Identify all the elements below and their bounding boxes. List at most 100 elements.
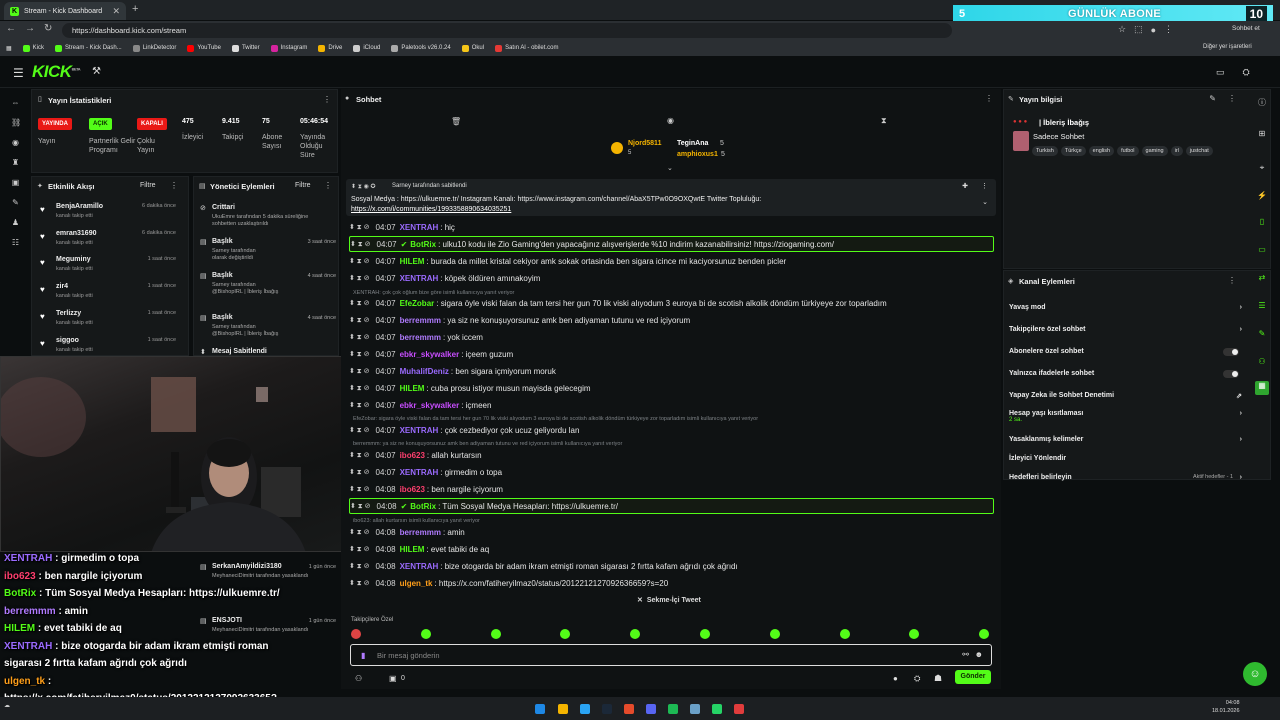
hamburger-menu-icon[interactable]: ☰ [13, 66, 24, 80]
bookmark-drive[interactable]: Drive [318, 44, 342, 52]
channel-action-row[interactable]: Hedefleri belirleyin Aktif hedefler - 1 › [1009, 474, 1245, 488]
event-username[interactable]: zir4 [56, 283, 68, 290]
message-username[interactable]: EfeZobar [400, 299, 435, 308]
close-tab-icon[interactable]: ✕ [112, 6, 120, 17]
chevron-right-icon[interactable]: › [1240, 326, 1242, 333]
other-bookmarks[interactable]: Diğer yer işaretleri [1203, 44, 1252, 50]
activity-menu-icon[interactable]: ⋮ [170, 181, 178, 190]
message-actions-icon[interactable]: ⬍ ⧗ ⊘ [349, 562, 370, 571]
message-actions-icon[interactable]: ⬍ ⧗ ⊘ [349, 579, 370, 588]
weather-widget[interactable]: ☁ [4, 702, 10, 709]
tag-5[interactable]: irl [1170, 146, 1183, 156]
chat-message[interactable]: ⬍ ⧗ ⊘ 04:07 XENTRAH: hiç [349, 219, 994, 235]
profile-avatar-icon[interactable]: ● [1151, 25, 1156, 35]
message-icon[interactable]: ▭ [1257, 245, 1267, 255]
chat-message[interactable]: ⬍ ⧗ ⊘ 04:08 HILEM: evet tabiki de aq [349, 541, 994, 557]
message-actions-icon[interactable]: ⬍ ⧗ ⊘ [349, 545, 370, 554]
tools-icon[interactable]: ✎ [11, 198, 20, 207]
event-row[interactable]: ♥ siggoo kanalı takip etti 1 saat önce [40, 336, 184, 358]
message-actions-icon[interactable]: ⬍ ⧗ ⊘ [350, 240, 371, 249]
message-actions-icon[interactable]: ⬍ ⧗ ⊘ [349, 384, 370, 393]
message-username[interactable]: HILEM [400, 545, 425, 554]
start-icon[interactable] [535, 704, 545, 714]
new-tab-icon[interactable]: + [132, 3, 138, 15]
pin-menu-icon[interactable]: ⋮ [981, 182, 988, 190]
pinned-text-line2[interactable]: https://x.com/i/communities/199335889063… [351, 206, 511, 213]
info-menu-icon[interactable]: ⋮ [1228, 94, 1236, 103]
users-icon[interactable]: ♟ [11, 218, 20, 227]
tag-3[interactable]: futbol [1117, 146, 1139, 156]
message-actions-icon[interactable]: ⬍ ⧗ ⊘ [349, 333, 370, 342]
chat-message[interactable]: ⬍ ⧗ ⊘ 04:08 ibo623: ben nargile içiyorum [349, 481, 994, 497]
tweet-tab[interactable]: ✕ Sekme-İçi Tweet [637, 596, 701, 605]
monitor-icon[interactable]: ▣ [11, 178, 20, 187]
top-user-1[interactable]: Njord5811 [628, 140, 661, 147]
chevron-right-icon[interactable]: › [1240, 474, 1242, 481]
settings-icon[interactable]: ⛭ [1243, 67, 1250, 78]
message-actions-icon[interactable]: ⬍ ⧗ ⊘ [349, 367, 370, 376]
scroll-down-icon[interactable]: ⌄ [667, 164, 673, 172]
edit-info-icon[interactable]: ✎ [1209, 94, 1216, 103]
message-username[interactable]: MuhalifDeniz [400, 367, 449, 376]
message-username[interactable]: ulgen_tk [400, 579, 433, 588]
url-field[interactable]: https://dashboard.kick.com/stream [62, 23, 952, 38]
event-row[interactable]: ♥ Meguminy kanalı takip etti 1 saat önce [40, 255, 184, 277]
browser-tab[interactable]: K Stream - Kick Dashboard ✕ [4, 2, 126, 20]
chat-message[interactable]: ⬍ ⧗ ⊘ 04:08 XENTRAH: bize otogarda bir ada… [349, 558, 994, 574]
chevron-right-icon[interactable]: › [1240, 436, 1242, 443]
chat-input[interactable]: ▮ Bir mesaj gönderin ⚯ ☻ [350, 644, 992, 666]
tag-6[interactable]: justchat [1185, 146, 1213, 156]
message-username[interactable]: HILEM [400, 257, 425, 266]
menu-icon[interactable]: ⋮ [1164, 24, 1173, 35]
reload-icon[interactable]: ↻ [44, 23, 52, 34]
creator-tools-icon[interactable]: ⚒ [92, 66, 101, 77]
chat-message[interactable]: ⬍ ⧗ ⊘ 04:07 berremmm: ya siz ne konuşuyors… [349, 312, 994, 328]
clock[interactable]: 04:08 18.01.2026 [1212, 699, 1240, 715]
tag-4[interactable]: gaming [1141, 146, 1168, 156]
message-actions-icon[interactable]: ⬍ ⧗ ⊘ [349, 528, 370, 537]
chat-menu-icon[interactable]: ⋮ [985, 94, 993, 103]
steam-icon[interactable] [602, 704, 612, 714]
event-row[interactable]: ♥ Terlizzy kanalı takip etti 1 saat önce [40, 309, 184, 331]
spotify-icon[interactable] [668, 704, 678, 714]
bot-icon[interactable]: ☗ [934, 673, 942, 684]
message-username[interactable]: ibo623 [400, 451, 425, 460]
collapse-icon[interactable]: ⇔ [11, 98, 20, 107]
link-icon[interactable]: ⛓ [11, 118, 21, 127]
points-icon[interactable]: ⚇ [355, 674, 362, 683]
event-username[interactable]: siggoo [56, 337, 79, 344]
message-actions-icon[interactable]: ⬍ ⧗ ⊘ [349, 451, 370, 460]
message-actions-icon[interactable]: ⬍ ⧗ ⊘ [349, 401, 370, 410]
message-username[interactable]: BotRix [410, 240, 436, 249]
chevron-right-icon[interactable]: › [1240, 410, 1242, 417]
event-row[interactable]: ♥ zir4 kanalı takip etti 1 saat önce [40, 282, 184, 304]
message-actions-icon[interactable]: ⬍ ⧗ ⊘ [349, 485, 370, 494]
chat-message[interactable]: ⬍ ⧗ ⊘ 04:07 HILEM: burada da millet krista… [349, 253, 994, 269]
message-username[interactable]: XENTRAH [400, 274, 439, 283]
message-username[interactable]: XENTRAH [400, 223, 439, 232]
emote-icon[interactable] [839, 629, 850, 639]
emote-icon[interactable] [420, 629, 431, 639]
chrome-icon[interactable] [734, 704, 744, 714]
bookmark-twitter[interactable]: Twitter [231, 44, 260, 52]
app-icon[interactable] [690, 704, 700, 714]
message-username[interactable]: HILEM [400, 384, 425, 393]
chat-settings-bubble-icon[interactable]: ● [893, 674, 898, 683]
nodes-icon[interactable]: ⚇ [1257, 357, 1267, 367]
emoji-icon[interactable]: ☻ [975, 650, 983, 659]
whatsapp-icon[interactable] [712, 704, 722, 714]
profile-label[interactable]: Sohbet et [1232, 25, 1260, 32]
hourglass-icon[interactable]: ⧗ [881, 116, 887, 126]
star-icon[interactable]: ☆ [1118, 24, 1126, 35]
message-username[interactable]: berremmm [400, 333, 441, 342]
channel-action-row[interactable]: Yalnızca ifadelerle sohbet [1009, 370, 1245, 384]
tag-0[interactable]: Turkish [1032, 146, 1058, 156]
back-icon[interactable]: ← [6, 23, 16, 34]
bookmark-instagram[interactable]: Instagram [270, 44, 307, 52]
edge-icon[interactable] [580, 704, 590, 714]
toggle-switch[interactable] [1223, 348, 1239, 356]
chat-gear-icon[interactable]: ⛭ [914, 674, 920, 684]
chat-message[interactable]: ⬍ ⧗ ⊘ 04:07 ebkr_skywalker: içeem guzum [349, 346, 994, 362]
bookmark-icloud[interactable]: iCloud [353, 44, 380, 52]
message-username[interactable]: ebkr_skywalker [400, 401, 460, 410]
